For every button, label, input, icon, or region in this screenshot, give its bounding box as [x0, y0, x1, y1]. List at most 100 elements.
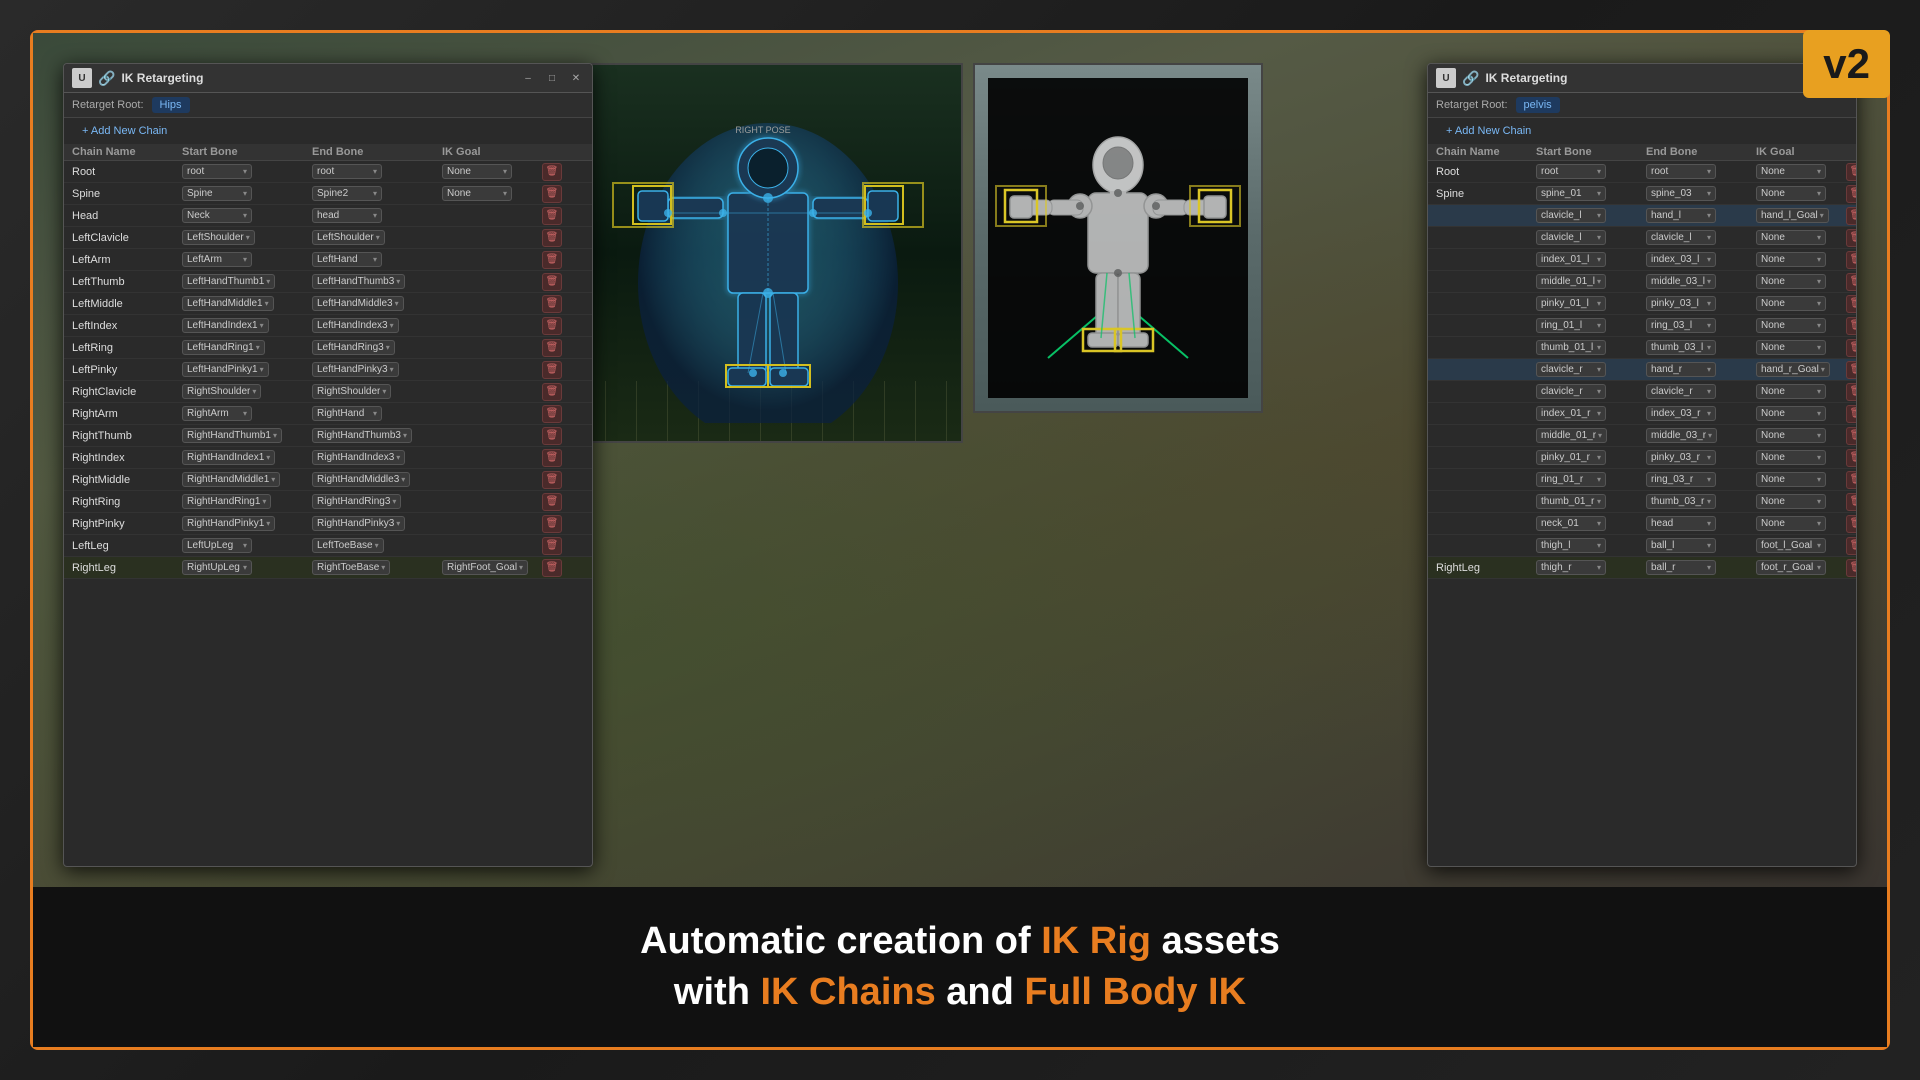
start-bone-dropdown[interactable]: LeftShoulder ▾ — [182, 230, 255, 245]
start-bone-dropdown[interactable]: thigh_r ▾ — [1536, 560, 1606, 575]
delete-row-button[interactable]: 🗑 — [1846, 493, 1856, 511]
end-bone-dropdown[interactable]: hand_l ▾ — [1646, 208, 1716, 223]
delete-row-button[interactable]: 🗑 — [542, 559, 562, 577]
ik-goal-dropdown[interactable]: None▾ — [1756, 230, 1826, 245]
ik-goal-dropdown[interactable]: None▾ — [1756, 186, 1826, 201]
ik-goal-dropdown[interactable]: foot_l_Goal▾ — [1756, 538, 1826, 553]
delete-row-button[interactable]: 🗑 — [542, 427, 562, 445]
end-bone-dropdown[interactable]: ball_r ▾ — [1646, 560, 1716, 575]
end-bone-dropdown[interactable]: RightHandRing3 ▾ — [312, 494, 401, 509]
ik-goal-dropdown[interactable]: None▾ — [1756, 472, 1826, 487]
start-bone-dropdown[interactable]: Spine ▾ — [182, 186, 252, 201]
delete-row-button[interactable]: 🗑 — [1846, 405, 1856, 423]
start-bone-dropdown[interactable]: clavicle_r ▾ — [1536, 384, 1606, 399]
start-bone-dropdown[interactable]: LeftHandIndex1 ▾ — [182, 318, 269, 333]
start-bone-dropdown[interactable]: ring_01_l ▾ — [1536, 318, 1606, 333]
close-button-left[interactable]: ✕ — [568, 70, 584, 86]
end-bone-dropdown[interactable]: pinky_03_l ▾ — [1646, 296, 1716, 311]
delete-row-button[interactable]: 🗑 — [542, 273, 562, 291]
end-bone-dropdown[interactable]: thumb_03_r ▾ — [1646, 494, 1716, 509]
start-bone-dropdown[interactable]: LeftArm ▾ — [182, 252, 252, 267]
start-bone-dropdown[interactable]: neck_01 ▾ — [1536, 516, 1606, 531]
delete-row-button[interactable]: 🗑 — [542, 405, 562, 423]
ik-goal-dropdown[interactable]: RightFoot_Goal▾ — [442, 560, 528, 575]
end-bone-dropdown[interactable]: RightHandPinky3 ▾ — [312, 516, 405, 531]
ik-goal-dropdown[interactable]: None▾ — [1756, 252, 1826, 267]
end-bone-dropdown[interactable]: middle_03_r ▾ — [1646, 428, 1717, 443]
end-bone-dropdown[interactable]: root ▾ — [1646, 164, 1716, 179]
minimize-button-left[interactable]: – — [520, 70, 536, 86]
start-bone-dropdown[interactable]: clavicle_r ▾ — [1536, 362, 1606, 377]
end-bone-dropdown[interactable]: RightToeBase ▾ — [312, 560, 390, 575]
end-bone-dropdown[interactable]: RightHand ▾ — [312, 406, 382, 421]
delete-row-button[interactable]: 🗑 — [542, 207, 562, 225]
ik-goal-dropdown[interactable]: None▾ — [1756, 428, 1826, 443]
start-bone-dropdown[interactable]: middle_01_l ▾ — [1536, 274, 1606, 289]
delete-row-button[interactable]: 🗑 — [1846, 427, 1856, 445]
start-bone-dropdown[interactable]: LeftHandRing1 ▾ — [182, 340, 265, 355]
ik-goal-dropdown[interactable]: None▾ — [1756, 340, 1826, 355]
ik-goal-dropdown[interactable]: None▾ — [1756, 450, 1826, 465]
start-bone-dropdown[interactable]: clavicle_l ▾ — [1536, 208, 1606, 223]
end-bone-dropdown[interactable]: clavicle_l ▾ — [1646, 230, 1716, 245]
start-bone-dropdown[interactable]: RightArm ▾ — [182, 406, 252, 421]
end-bone-dropdown[interactable]: pinky_03_r ▾ — [1646, 450, 1716, 465]
delete-row-button[interactable]: 🗑 — [1846, 251, 1856, 269]
delete-row-button[interactable]: 🗑 — [1846, 207, 1856, 225]
start-bone-dropdown[interactable]: thumb_01_r ▾ — [1536, 494, 1606, 509]
delete-row-button[interactable]: 🗑 — [542, 339, 562, 357]
add-chain-button-right[interactable]: + Add New Chain — [1436, 122, 1541, 140]
end-bone-dropdown[interactable]: RightShoulder ▾ — [312, 384, 391, 399]
end-bone-dropdown[interactable]: LeftHandThumb3 ▾ — [312, 274, 405, 289]
ik-goal-dropdown[interactable]: None▾ — [1756, 274, 1826, 289]
delete-row-button[interactable]: 🗑 — [542, 295, 562, 313]
delete-row-button[interactable]: 🗑 — [1846, 317, 1856, 335]
start-bone-dropdown[interactable]: LeftHandMiddle1 ▾ — [182, 296, 274, 311]
start-bone-dropdown[interactable]: index_01_r ▾ — [1536, 406, 1606, 421]
delete-row-button[interactable]: 🗑 — [1846, 471, 1856, 489]
delete-row-button[interactable]: 🗑 — [542, 515, 562, 533]
start-bone-dropdown[interactable]: spine_01 ▾ — [1536, 186, 1606, 201]
ik-goal-dropdown[interactable]: hand_l_Goal▾ — [1756, 208, 1829, 223]
left-panel-controls[interactable]: – □ ✕ — [520, 70, 584, 86]
end-bone-dropdown[interactable]: LeftShoulder ▾ — [312, 230, 385, 245]
end-bone-dropdown[interactable]: LeftHandPinky3 ▾ — [312, 362, 399, 377]
end-bone-dropdown[interactable]: LeftHandMiddle3 ▾ — [312, 296, 404, 311]
start-bone-dropdown[interactable]: LeftUpLeg ▾ — [182, 538, 252, 553]
start-bone-dropdown[interactable]: RightHandThumb1 ▾ — [182, 428, 282, 443]
start-bone-dropdown[interactable]: middle_01_r ▾ — [1536, 428, 1607, 443]
end-bone-dropdown[interactable]: LeftToeBase ▾ — [312, 538, 384, 553]
delete-row-button[interactable]: 🗑 — [542, 317, 562, 335]
end-bone-dropdown[interactable]: hand_r ▾ — [1646, 362, 1716, 377]
delete-row-button[interactable]: 🗑 — [1846, 515, 1856, 533]
delete-row-button[interactable]: 🗑 — [1846, 273, 1856, 291]
end-bone-dropdown[interactable]: Spine2 ▾ — [312, 186, 382, 201]
start-bone-dropdown[interactable]: RightShoulder ▾ — [182, 384, 261, 399]
start-bone-dropdown[interactable]: Neck ▾ — [182, 208, 252, 223]
delete-row-button[interactable]: 🗑 — [542, 493, 562, 511]
end-bone-dropdown[interactable]: LeftHandRing3 ▾ — [312, 340, 395, 355]
delete-row-button[interactable]: 🗑 — [1846, 229, 1856, 247]
delete-row-button[interactable]: 🗑 — [542, 449, 562, 467]
end-bone-dropdown[interactable]: LeftHand ▾ — [312, 252, 382, 267]
ik-goal-dropdown[interactable]: None▾ — [1756, 494, 1826, 509]
end-bone-dropdown[interactable]: ring_03_r ▾ — [1646, 472, 1716, 487]
delete-row-button[interactable]: 🗑 — [1846, 449, 1856, 467]
end-bone-dropdown[interactable]: clavicle_r ▾ — [1646, 384, 1716, 399]
retarget-root-value-right[interactable]: pelvis — [1516, 97, 1560, 113]
end-bone-dropdown[interactable]: ring_03_l ▾ — [1646, 318, 1716, 333]
end-bone-dropdown[interactable]: ball_l ▾ — [1646, 538, 1716, 553]
start-bone-dropdown[interactable]: pinky_01_l ▾ — [1536, 296, 1606, 311]
start-bone-dropdown[interactable]: index_01_l ▾ — [1536, 252, 1606, 267]
delete-row-button[interactable]: 🗑 — [1846, 361, 1856, 379]
start-bone-dropdown[interactable]: thumb_01_l ▾ — [1536, 340, 1606, 355]
add-chain-button-left[interactable]: + Add New Chain — [72, 122, 177, 140]
delete-row-button[interactable]: 🗑 — [542, 229, 562, 247]
start-bone-dropdown[interactable]: clavicle_l ▾ — [1536, 230, 1606, 245]
delete-row-button[interactable]: 🗑 — [542, 251, 562, 269]
delete-row-button[interactable]: 🗑 — [1846, 559, 1856, 577]
ik-goal-dropdown[interactable]: None▾ — [1756, 164, 1826, 179]
start-bone-dropdown[interactable]: LeftHandThumb1 ▾ — [182, 274, 275, 289]
ik-goal-dropdown[interactable]: None▾ — [1756, 406, 1826, 421]
delete-row-button[interactable]: 🗑 — [542, 383, 562, 401]
